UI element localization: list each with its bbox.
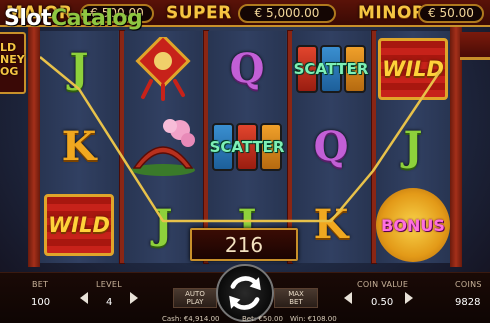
game-logo: LD NEY OG: [0, 32, 26, 94]
coin-value-increase-button[interactable]: [405, 292, 413, 304]
minor-jackpot-label: MINOR: [358, 3, 426, 23]
status-bet: Bet: €50.00: [242, 315, 283, 323]
level-value: 4: [106, 297, 113, 308]
left-pillar: [28, 27, 40, 267]
spin-button[interactable]: [216, 264, 274, 322]
max-bet-label: MAX: [288, 290, 304, 298]
autoplay-label: AUTO: [185, 290, 205, 298]
roof-eaves: [460, 32, 490, 60]
coins-label: COINS: [455, 280, 482, 289]
super-jackpot-value: € 5,000.00: [238, 4, 336, 23]
coin-value-decrease-button[interactable]: [344, 292, 352, 304]
max-bet-button[interactable]: MAX BET: [274, 288, 318, 308]
game-logo-text: LD NEY OG: [0, 41, 25, 78]
coin-value: 0.50: [371, 297, 394, 308]
level-decrease-button[interactable]: [80, 292, 88, 304]
refresh-arrows-icon: [229, 276, 261, 310]
max-bet-label: BET: [289, 298, 303, 306]
super-jackpot-label: SUPER: [166, 3, 232, 23]
right-pillar: [450, 27, 462, 267]
level-increase-button[interactable]: [130, 292, 138, 304]
bet-label: BET: [32, 280, 49, 289]
minor-jackpot-value: € 50.00: [418, 4, 484, 23]
game-stage: MAJOR € 500.00 SUPER € 5,000.00 MINOR € …: [0, 0, 490, 323]
status-cash: Cash: €4,914.00: [162, 315, 220, 323]
coin-value-label: COIN VALUE: [357, 280, 409, 289]
level-label: LEVEL: [96, 280, 122, 289]
autoplay-label: PLAY: [186, 298, 204, 306]
autoplay-button[interactable]: AUTO PLAY: [173, 288, 217, 308]
bet-value: 100: [31, 297, 51, 308]
coins-value: 9828: [455, 297, 481, 308]
slotcatalog-watermark: SlotCatalog: [4, 6, 143, 31]
win-amount-display: 216: [190, 228, 298, 261]
status-win: Win: €108.00: [290, 315, 337, 323]
